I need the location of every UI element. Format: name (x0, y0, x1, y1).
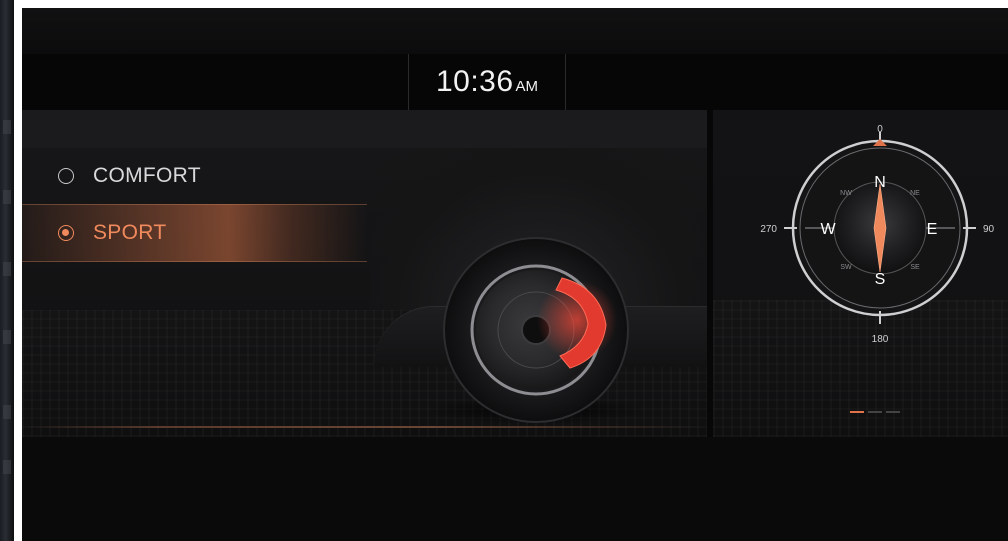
infotainment-screen: 10:36 AM COMFORT SPORT 0 180 270 90 N S … (22, 8, 1008, 541)
radio-unchecked-icon[interactable] (58, 168, 74, 184)
page-dot[interactable] (868, 411, 882, 413)
page-dot[interactable] (886, 411, 900, 413)
intercardinal-sw: SW (840, 264, 852, 271)
bottom-area (22, 437, 1008, 541)
page-dot-active[interactable] (850, 411, 864, 413)
intercardinal-ne: NE (910, 190, 920, 197)
cardinal-w: W (820, 221, 836, 238)
degree-90: 90 (983, 224, 995, 235)
top-band (22, 8, 1008, 54)
background-photo-edge (0, 0, 14, 541)
drive-mode-sport[interactable]: SPORT (22, 204, 367, 262)
clock-ampm: AM (515, 78, 539, 95)
clock: 10:36 AM (408, 54, 566, 110)
cardinal-s: S (875, 271, 886, 288)
accent-line (22, 426, 707, 428)
cardinal-n: N (874, 174, 886, 191)
radio-checked-icon[interactable] (58, 225, 74, 241)
compass-panel: 0 180 270 90 N S W E NW NE SW SE (713, 110, 1008, 437)
drive-mode-label: SPORT (93, 221, 167, 244)
degree-180: 180 (872, 334, 889, 345)
status-header: 10:36 AM (22, 54, 1008, 110)
drive-mode-panel: COMFORT SPORT (22, 110, 707, 437)
intercardinal-se: SE (910, 264, 920, 271)
clock-time: 10:36 (435, 65, 514, 98)
intercardinal-nw: NW (840, 190, 852, 197)
compass-icon: 0 180 270 90 N S W E NW NE SW SE (760, 124, 995, 345)
page-indicator[interactable] (850, 411, 900, 413)
degree-0: 0 (877, 124, 883, 135)
drive-mode-label: COMFORT (93, 164, 201, 187)
cardinal-e: E (927, 221, 938, 238)
drive-mode-comfort[interactable]: COMFORT (22, 148, 367, 204)
degree-270: 270 (760, 224, 777, 235)
